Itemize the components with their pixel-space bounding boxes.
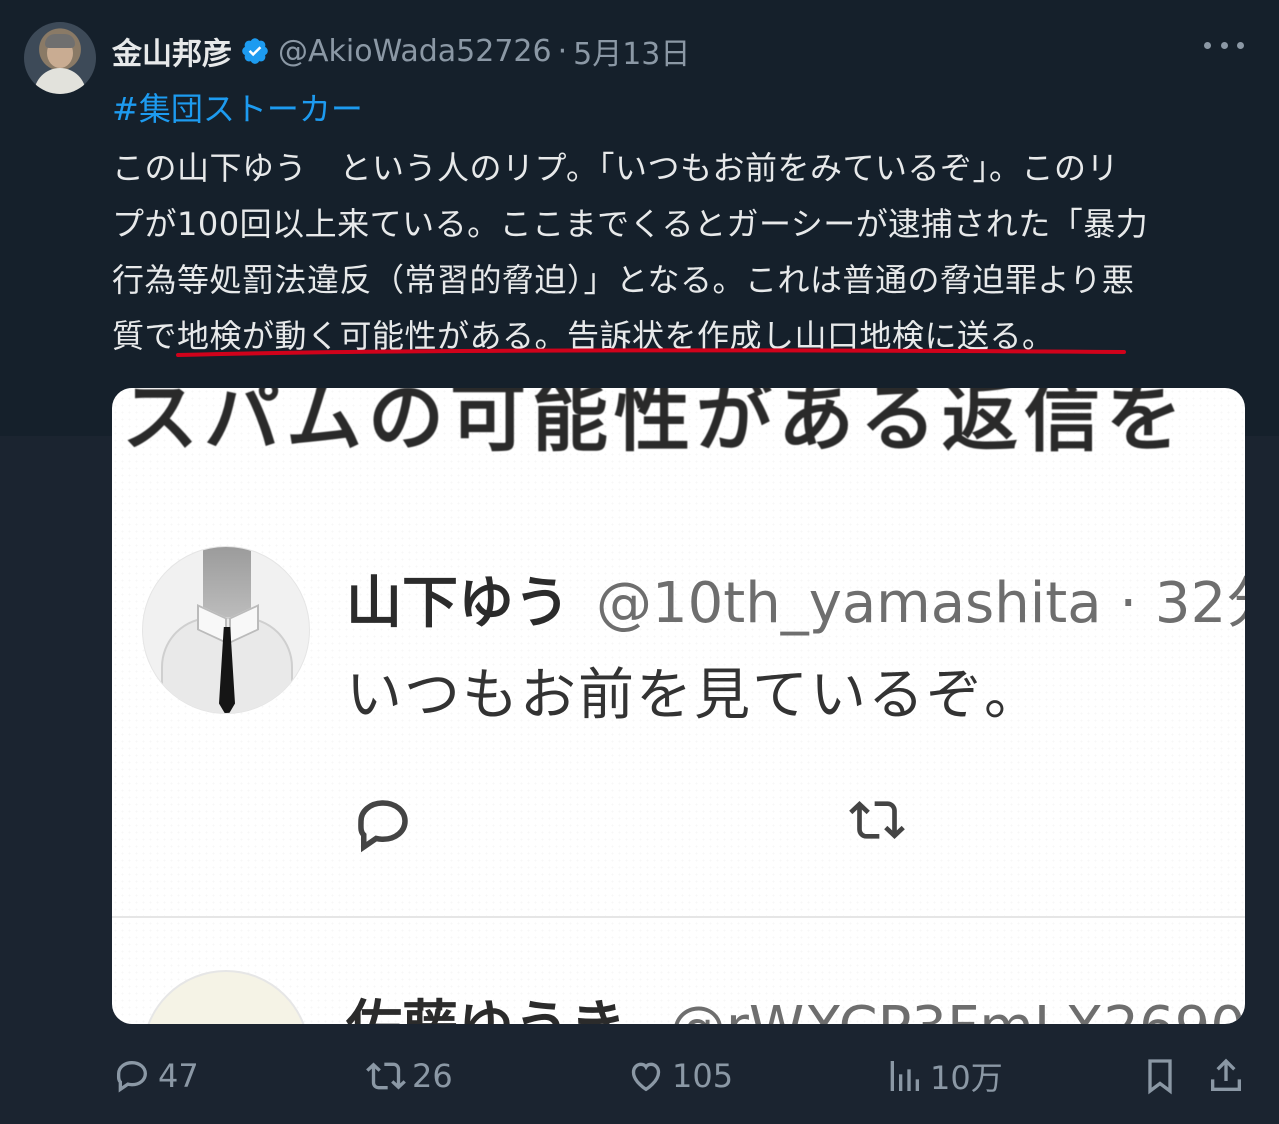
tweet-date[interactable]: 5月13日	[573, 29, 690, 73]
inner-tweet2-name: 佐藤ゆうき	[346, 995, 626, 1024]
inner-tweet2-header: 佐藤ゆうき @rWXCP3FmLX2690	[346, 982, 1245, 1024]
tweet: 金山邦彦 @AkioWada52726 · 5月13日 #集団ストーカー この山…	[0, 0, 1279, 1124]
tweet-body: この山下ゆう という人のリプ。「いつもお前をみているぞ」。このリ プが100回以…	[112, 140, 1252, 364]
more-icon[interactable]	[1204, 30, 1244, 60]
author-display-name[interactable]: 金山邦彦	[112, 29, 232, 73]
verified-icon	[242, 38, 268, 64]
bookmark-button[interactable]	[1140, 1048, 1186, 1104]
reply-count: 47	[158, 1057, 199, 1095]
body-line: 行為等処罰法違反（常習的脅迫）」となる。これは普通の脅迫罪より悪	[112, 261, 1135, 299]
bookmark-icon	[1148, 1059, 1172, 1095]
reply-icon	[116, 1060, 148, 1093]
views-icon	[890, 1061, 919, 1091]
tweet-media-image[interactable]: スパムの可能性がある返信を 山下ゆう @10th_yamashita · 32分…	[112, 388, 1245, 1024]
red-underline-annotation	[176, 348, 1126, 357]
share-button[interactable]	[1206, 1048, 1252, 1104]
retweet-button[interactable]: 26	[366, 1048, 453, 1104]
inner-tweet-text: いつもお前を見ているぞ。	[346, 663, 1042, 728]
like-count: 105	[672, 1057, 734, 1095]
share-icon	[1211, 1058, 1241, 1091]
author-avatar[interactable]	[24, 22, 96, 94]
inner-tweet-header: 山下ゆう @10th_yamashita · 32分	[346, 558, 1245, 639]
like-icon	[631, 1062, 661, 1092]
views-button[interactable]: 10万	[884, 1048, 1003, 1104]
reply-button[interactable]: 47	[112, 1048, 199, 1104]
retweet-count: 26	[412, 1057, 453, 1095]
inner-tweet-handle: @10th_yamashita · 32分	[596, 571, 1245, 636]
inner-tweet-name: 山下ゆう	[346, 571, 570, 636]
inner-reply-icon	[358, 800, 408, 853]
inner-retweet-icon	[849, 801, 905, 839]
body-line: この山下ゆう という人のリプ。「いつもお前をみているぞ」。このリ	[112, 149, 1120, 187]
views-count: 10万	[930, 1059, 1003, 1097]
header-separator: ·	[557, 33, 568, 69]
author-handle[interactable]: @AkioWada52726	[278, 34, 552, 69]
inner-tweet2-handle: @rWXCP3FmLX2690	[670, 995, 1245, 1024]
retweet-icon	[366, 1062, 406, 1090]
hashtag-link[interactable]: #集団ストーカー	[112, 86, 363, 132]
like-button[interactable]: 105	[626, 1048, 733, 1104]
inner-tweet-avatar	[142, 546, 310, 714]
body-line: プが100回以上来ている。ここまでくるとガーシーが逮捕された「暴力	[112, 205, 1149, 243]
media-banner-text: スパムの可能性がある返信を	[122, 388, 1188, 462]
inner-divider	[112, 916, 1245, 918]
tweet-actions: 47 26 105 10万	[0, 1048, 1279, 1104]
tweet-header: 金山邦彦 @AkioWada52726 · 5月13日	[112, 28, 690, 74]
